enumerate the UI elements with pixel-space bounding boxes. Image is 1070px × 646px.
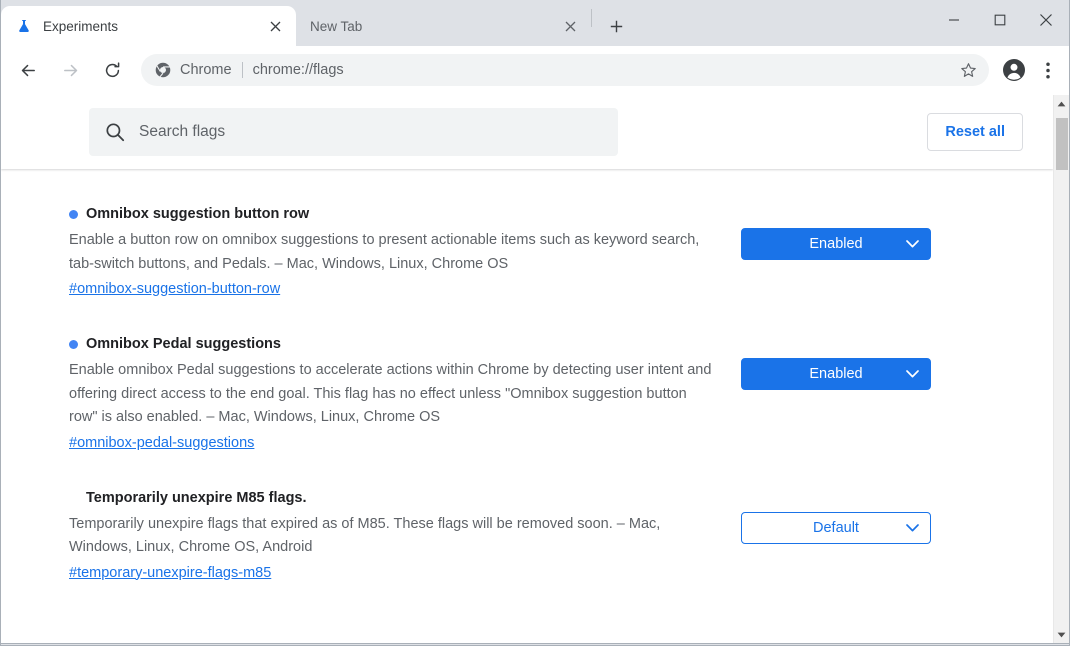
tab-experiments[interactable]: Experiments [1, 6, 296, 46]
modified-indicator-dot [69, 340, 78, 349]
flag-title-line: Omnibox suggestion button row [69, 205, 715, 224]
close-icon[interactable] [264, 15, 286, 37]
flag-item: Omnibox suggestion button row Enable a b… [1, 205, 1053, 301]
page-scrollbar[interactable] [1053, 95, 1069, 643]
omnibox-divider [241, 62, 243, 78]
flag-permalink[interactable]: #temporary-unexpire-flags-m85 [69, 562, 271, 585]
flag-title-line: Temporarily unexpire M85 flags. [69, 489, 715, 508]
maximize-icon[interactable] [977, 0, 1023, 40]
browser-window: Experiments New Tab Chrome chrome://flag… [0, 0, 1070, 646]
search-flags-box[interactable] [89, 108, 618, 156]
flag-control: Enabled [741, 335, 931, 455]
close-icon[interactable] [559, 15, 581, 37]
forward-arrow-icon [54, 54, 86, 86]
flag-state-label: Enabled [809, 236, 863, 252]
flag-title-line: Omnibox Pedal suggestions [69, 335, 715, 354]
scroll-down-icon[interactable] [1054, 626, 1070, 643]
flag-text-block: Omnibox Pedal suggestions Enable omnibox… [69, 335, 741, 455]
tab-strip: Experiments New Tab [1, 0, 1069, 46]
chrome-badge-label: Chrome [180, 62, 232, 78]
profile-avatar-icon[interactable] [999, 55, 1029, 85]
reset-all-button[interactable]: Reset all [927, 113, 1023, 151]
flags-list: Omnibox suggestion button row Enable a b… [1, 169, 1053, 585]
flag-state-label: Default [813, 519, 859, 536]
flag-description: Temporarily unexpire flags that expired … [69, 515, 661, 556]
window-bottom-edge [1, 643, 1069, 645]
modified-indicator-dot [69, 210, 78, 219]
flag-permalink[interactable]: #omnibox-pedal-suggestions [69, 432, 254, 455]
flask-icon [15, 18, 32, 35]
flag-control: Enabled [741, 205, 931, 301]
scroll-up-icon[interactable] [1054, 95, 1070, 112]
minimize-icon[interactable] [931, 0, 977, 40]
tab-separator [591, 8, 592, 27]
flag-state-select[interactable]: Enabled [741, 228, 931, 260]
three-dot-menu-icon[interactable] [1033, 55, 1063, 85]
flags-page: Reset all Omnibox suggestion button row … [1, 95, 1053, 643]
window-controls [931, 0, 1069, 40]
tab-title: New Tab [310, 18, 363, 34]
flag-state-select[interactable]: Default [741, 511, 931, 544]
browser-toolbar: Chrome chrome://flags [1, 46, 1069, 94]
close-window-icon[interactable] [1023, 0, 1069, 40]
tab-new-tab[interactable]: New Tab [296, 6, 591, 46]
page-viewport: Reset all Omnibox suggestion button row … [1, 94, 1069, 643]
chevron-down-icon [906, 240, 919, 248]
scrollbar-track[interactable] [1054, 112, 1070, 626]
flag-description: Enable a button row on omnibox suggestio… [69, 232, 700, 272]
flag-item: Omnibox Pedal suggestions Enable omnibox… [1, 335, 1053, 455]
search-input[interactable] [139, 108, 602, 156]
new-tab-button[interactable] [602, 12, 630, 40]
flag-title: Temporarily unexpire M85 flags. [86, 489, 307, 506]
chevron-down-icon [906, 370, 919, 378]
back-arrow-icon[interactable] [12, 54, 44, 86]
flag-title: Omnibox suggestion button row [86, 206, 310, 222]
search-icon [105, 122, 125, 142]
flag-item: Temporarily unexpire M85 flags. Temporar… [1, 489, 1053, 585]
chrome-logo-icon [155, 62, 171, 78]
flags-header: Reset all [1, 95, 1053, 169]
flag-text-block: Temporarily unexpire M85 flags. Temporar… [69, 489, 741, 585]
flag-title: Omnibox Pedal suggestions [86, 336, 281, 352]
flag-state-select[interactable]: Enabled [741, 358, 931, 390]
tab-title: Experiments [43, 18, 119, 34]
flag-description: Enable omnibox Pedal suggestions to acce… [69, 362, 712, 425]
chevron-down-icon [906, 523, 919, 532]
url-text: chrome://flags [252, 62, 344, 78]
address-bar[interactable]: Chrome chrome://flags [141, 54, 989, 86]
flag-text-block: Omnibox suggestion button row Enable a b… [69, 205, 741, 301]
flag-permalink[interactable]: #omnibox-suggestion-button-row [69, 278, 280, 301]
flag-state-label: Enabled [809, 366, 863, 382]
reload-icon[interactable] [96, 54, 128, 86]
scrollbar-thumb[interactable] [1055, 118, 1068, 170]
star-icon[interactable] [950, 62, 977, 79]
flag-control: Default [741, 489, 931, 585]
